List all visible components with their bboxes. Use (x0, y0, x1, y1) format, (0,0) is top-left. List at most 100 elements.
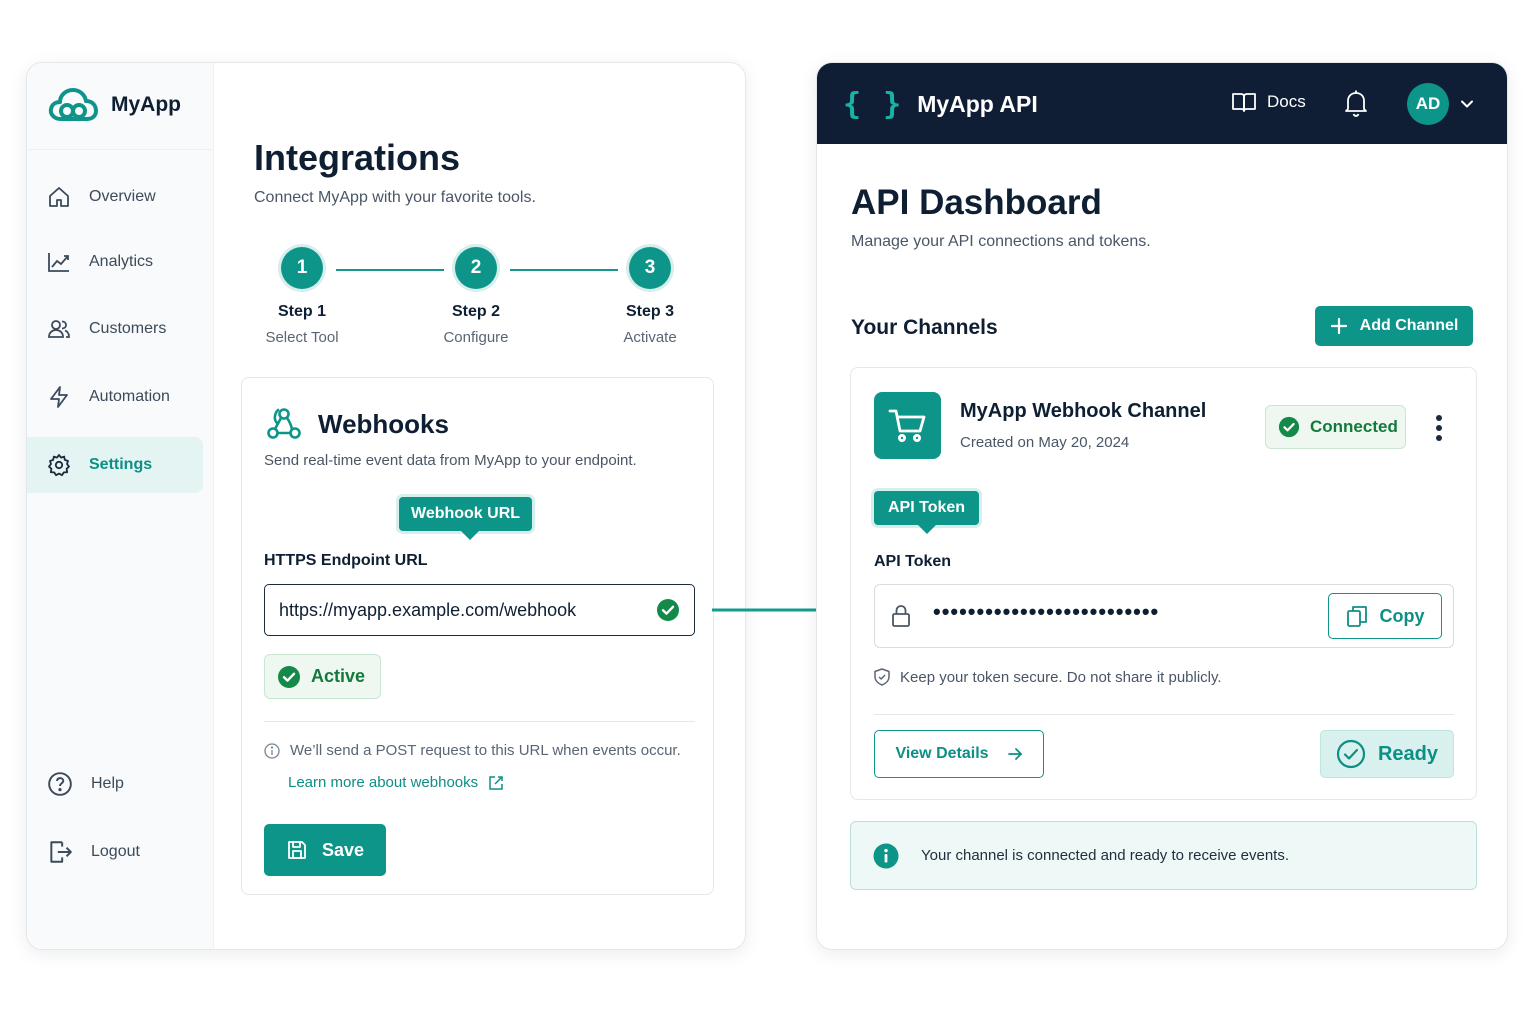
copy-button[interactable]: Copy (1328, 593, 1442, 639)
page-title: Integrations (254, 137, 461, 178)
webhooks-title: Webhooks (318, 408, 449, 439)
step-subtitle: Activate (623, 329, 677, 346)
save-button[interactable]: Save (264, 824, 386, 876)
security-note-text: Keep your token secure. Do not share it … (900, 668, 1222, 686)
channel-name: MyApp Webhook Channel (960, 400, 1207, 422)
learn-more-link[interactable]: Learn more about webhooks (288, 774, 504, 791)
chevron-down-icon[interactable] (1459, 96, 1475, 112)
dashboard-title: API Dashboard (851, 183, 1102, 222)
help-icon (48, 772, 72, 796)
save-icon (288, 841, 306, 859)
connection-banner: Your channel is connected and ready to r… (850, 821, 1477, 890)
arrow-right-icon (1007, 748, 1022, 760)
logout-icon (50, 841, 72, 863)
step-number: 1 (281, 247, 323, 289)
sidebar-item-label: Automation (89, 388, 170, 405)
top-bar: { } MyApp API Docs AD (817, 63, 1507, 144)
info-icon (264, 742, 280, 759)
chart-icon (48, 253, 69, 272)
gear-icon (48, 454, 70, 477)
docs-link[interactable]: Docs (1231, 91, 1306, 113)
sidebar-item-label: Settings (89, 456, 153, 473)
endpoint-url-value: https://myapp.example.com/webhook (279, 599, 577, 620)
sidebar-item-label: Customers (89, 320, 167, 337)
webhook-icon (267, 408, 301, 439)
book-icon (1232, 93, 1256, 112)
sidebar-item-help[interactable]: Help (27, 756, 203, 812)
ready-button[interactable]: Ready (1320, 730, 1454, 778)
step-number: 2 (455, 247, 497, 289)
sidebar-item-label: Overview (89, 188, 156, 205)
ready-label: Ready (1377, 742, 1439, 765)
webhooks-description: Send real-time event data from MyApp to … (264, 452, 637, 469)
channel-icon-tile (874, 392, 941, 459)
step-title: Step 2 (451, 303, 500, 320)
view-details-button[interactable]: View Details (874, 730, 1044, 778)
api-token-tooltip: API Token (874, 491, 980, 534)
card-divider (264, 721, 695, 722)
copy-label: Copy (1379, 605, 1425, 626)
shield-check-icon (874, 668, 890, 686)
status-badge: Active (264, 654, 381, 699)
api-brand[interactable]: { } MyApp API (843, 87, 1038, 122)
sidebar-item-label: Analytics (89, 253, 154, 270)
sidebar-item-customers[interactable]: Customers (27, 301, 203, 357)
webhook-url-tooltip: Webhook URL (399, 497, 533, 540)
endpoint-url-label: HTTPS Endpoint URL (264, 552, 428, 569)
check-circle-icon (278, 665, 300, 688)
status-badge: Connected (1265, 405, 1406, 449)
sidebar: MyApp Overview Analytics Customers Autom… (27, 63, 214, 949)
sidebar-item-automation[interactable]: Automation (27, 369, 203, 425)
check-circle-icon (1278, 416, 1300, 438)
webhooks-card: Webhooks Send real-time event data from … (241, 377, 714, 895)
sidebar-item-overview[interactable]: Overview (27, 169, 203, 225)
more-vertical-icon[interactable] (1435, 414, 1443, 442)
brand-divider (27, 149, 214, 150)
copy-icon (1346, 606, 1367, 627)
plus-icon (1330, 317, 1347, 335)
check-circle-outline-icon (1336, 739, 1366, 769)
add-channel-button[interactable]: Add Channel (1315, 306, 1473, 346)
stepper: 1 Step 1 Select Tool 2 Step 2 Configure … (254, 247, 704, 357)
view-details-label: View Details (895, 745, 989, 762)
sidebar-item-label: Help (91, 775, 124, 792)
brand[interactable]: MyApp (47, 85, 181, 125)
status-label: Active (311, 666, 366, 686)
step-2[interactable]: 2 Step 2 Configure (416, 247, 536, 346)
step-3[interactable]: 3 Step 3 Activate (590, 247, 710, 346)
home-icon (49, 187, 69, 207)
channels-title: Your Channels (851, 316, 998, 339)
step-number: 3 (629, 247, 671, 289)
lock-icon (892, 605, 910, 627)
api-token-value: •••••••••••••••••••••••••• (933, 599, 1160, 624)
save-label: Save (321, 839, 365, 860)
external-link-icon (489, 775, 503, 790)
api-token-label: API Token (874, 553, 952, 570)
sidebar-item-analytics[interactable]: Analytics (27, 234, 203, 290)
braces-icon: { } (843, 87, 904, 122)
api-token-field[interactable]: •••••••••••••••••••••••••• Copy (874, 584, 1454, 648)
api-brand-name: MyApp API (917, 91, 1038, 117)
bell-icon[interactable] (1343, 89, 1369, 117)
learn-more-label: Learn more about webhooks (288, 774, 479, 791)
sidebar-item-settings[interactable]: Settings (27, 437, 203, 493)
sidebar-item-logout[interactable]: Logout (27, 824, 203, 880)
step-title: Step 1 (277, 303, 326, 320)
page-subtitle: Connect MyApp with your favorite tools. (254, 189, 536, 206)
dashboard-subtitle: Manage your API connections and tokens. (851, 233, 1151, 250)
api-dashboard-window: { } MyApp API Docs AD API Dashboard Mana… (816, 62, 1508, 950)
sidebar-item-label: Logout (91, 843, 140, 860)
bolt-icon (50, 386, 68, 408)
check-circle-icon (657, 599, 679, 621)
step-subtitle: Select Tool (265, 329, 339, 346)
add-channel-label: Add Channel (1359, 317, 1459, 334)
endpoint-url-input[interactable]: https://myapp.example.com/webhook (264, 584, 695, 636)
docs-label: Docs (1267, 92, 1306, 111)
step-1[interactable]: 1 Step 1 Select Tool (242, 247, 362, 346)
avatar[interactable]: AD (1407, 83, 1449, 125)
webhooks-header: Webhooks (264, 404, 449, 444)
security-note: Keep your token secure. Do not share it … (874, 668, 1222, 686)
cart-icon (888, 409, 925, 442)
status-label: Connected (1310, 417, 1398, 436)
brand-name: MyApp (111, 93, 181, 116)
